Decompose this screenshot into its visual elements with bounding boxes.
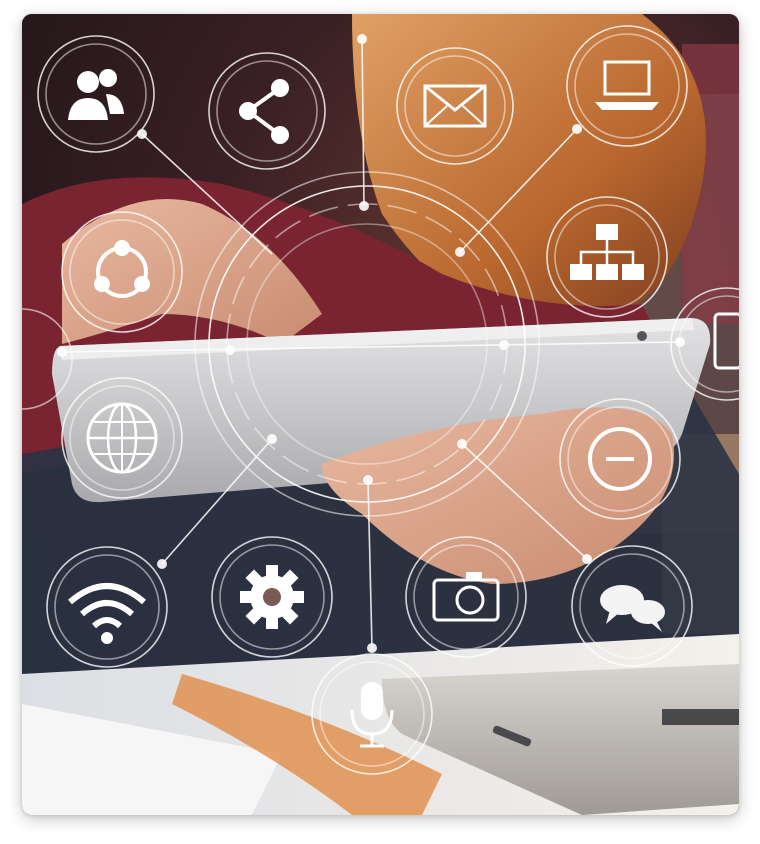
network-overlay — [22, 25, 739, 775]
hierarchy-icon — [546, 196, 668, 318]
mail-icon — [396, 47, 514, 165]
chat-icon — [571, 545, 693, 667]
camera-icon — [405, 536, 527, 658]
share-icon — [208, 52, 326, 170]
refresh-cycle-icon — [61, 211, 183, 333]
microphone-icon — [311, 653, 433, 775]
minus-icon — [559, 398, 681, 520]
wifi-icon — [46, 546, 168, 668]
laptop-icon — [566, 25, 688, 147]
edge-circle — [22, 308, 73, 410]
globe-icon — [61, 377, 183, 499]
users-icon — [37, 35, 155, 153]
photo-card — [22, 14, 739, 815]
gear-icon — [211, 536, 333, 658]
